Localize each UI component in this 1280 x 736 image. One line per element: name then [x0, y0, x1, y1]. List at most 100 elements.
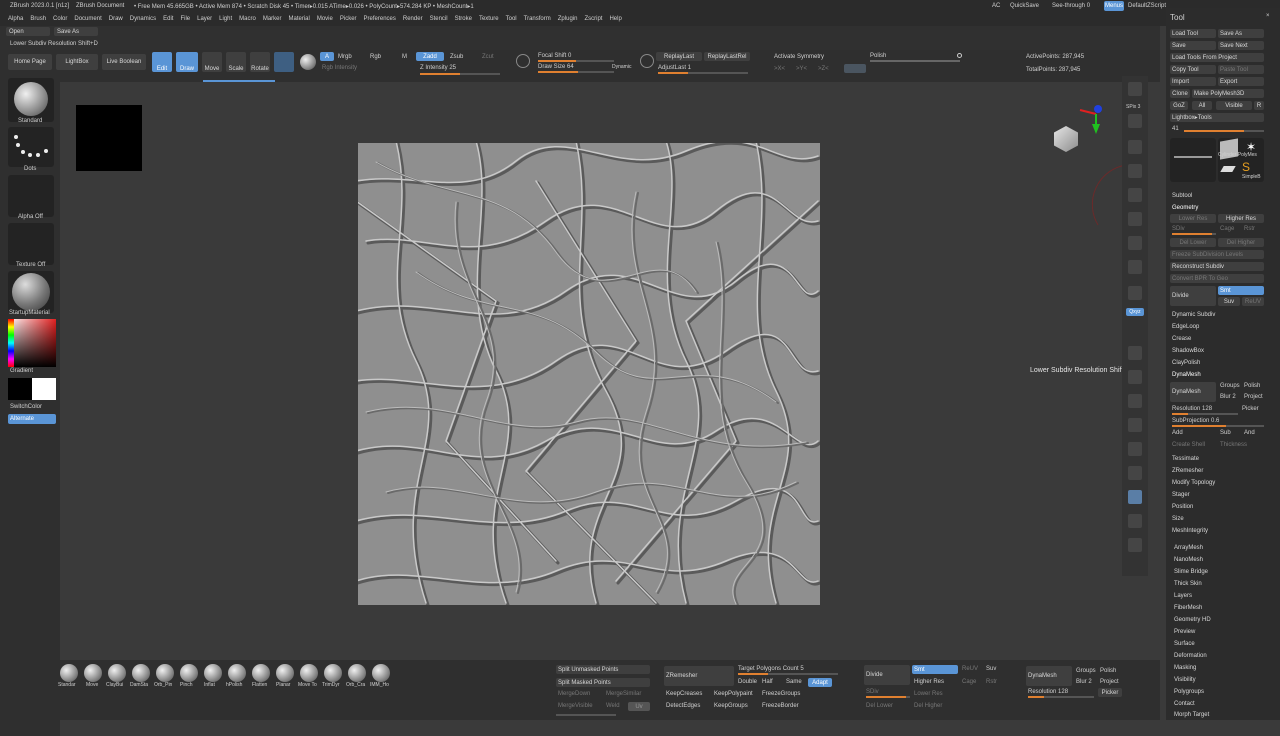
- frame-icon[interactable]: [1128, 346, 1142, 360]
- radial-button[interactable]: [844, 64, 866, 73]
- rotate-view-icon[interactable]: [1128, 418, 1142, 432]
- solo-icon[interactable]: [1128, 490, 1142, 504]
- zoom3d-icon[interactable]: [1128, 394, 1142, 408]
- uv-button[interactable]: Uv: [628, 702, 650, 711]
- bpr-icon[interactable]: [1128, 82, 1142, 96]
- zadd-button[interactable]: Zadd: [416, 52, 444, 61]
- menu-zplugin[interactable]: Zplugin: [558, 16, 578, 22]
- crease-section[interactable]: Crease: [1170, 334, 1266, 344]
- tool-slider-value[interactable]: 41: [1172, 126, 1179, 132]
- same-toggle[interactable]: Same: [786, 679, 802, 685]
- masking-section[interactable]: Masking: [1172, 663, 1268, 673]
- load-tool-button[interactable]: Load Tool: [1170, 29, 1216, 38]
- rgb-intensity-slider[interactable]: Rgb Intensity: [322, 65, 357, 71]
- del-lower-button[interactable]: Del Lower: [1170, 238, 1216, 247]
- menu-stroke[interactable]: Stroke: [455, 16, 472, 22]
- brush-standard-icon[interactable]: [60, 664, 78, 682]
- menu-file[interactable]: File: [180, 16, 190, 22]
- focal-shift-track[interactable]: [538, 60, 614, 62]
- floor-icon[interactable]: [1128, 236, 1142, 250]
- nanomesh-section[interactable]: NanoMesh: [1172, 555, 1268, 565]
- higher-res-button[interactable]: Higher Res: [1218, 214, 1264, 223]
- cylinder-tool-thumbnail[interactable]: ✶ Cylinder PolyMes S SimpleB: [1218, 138, 1264, 182]
- thickness-slider[interactable]: Thickness: [1220, 442, 1247, 448]
- clone-button[interactable]: Clone: [1170, 89, 1190, 98]
- alternate-button[interactable]: Alternate: [8, 414, 56, 424]
- thick-skin-section[interactable]: Thick Skin: [1172, 579, 1268, 589]
- menu-color[interactable]: Color: [53, 16, 67, 22]
- bottom-polish-toggle[interactable]: Polish: [1100, 668, 1116, 674]
- save-next-button[interactable]: Save Next: [1218, 41, 1264, 50]
- bottom-groups-toggle[interactable]: Groups: [1076, 668, 1096, 674]
- draw-size-track[interactable]: [538, 71, 614, 73]
- rstr-button[interactable]: Rstr: [1244, 226, 1255, 232]
- quicksave-button[interactable]: QuickSave: [1010, 3, 1039, 9]
- tool-slider-track[interactable]: [1184, 130, 1264, 132]
- zremesher-button[interactable]: ZRemesher: [664, 666, 734, 686]
- bottom-rstr-button[interactable]: Rstr: [986, 679, 997, 685]
- mrgb-button[interactable]: Mrgb: [338, 54, 352, 60]
- modify-topology-section[interactable]: Modify Topology: [1170, 478, 1266, 488]
- menu-picker[interactable]: Picker: [340, 16, 357, 22]
- z-intensity-slider[interactable]: Z Intensity 25: [420, 65, 456, 71]
- bottom-reuv-toggle[interactable]: ReUV: [962, 666, 978, 672]
- bottom-resolution-track[interactable]: [1028, 696, 1094, 698]
- bottom-blur-slider[interactable]: Blur 2: [1076, 679, 1092, 685]
- move-button[interactable]: Move: [202, 52, 222, 72]
- keepgroups-toggle[interactable]: KeepGroups: [714, 703, 748, 709]
- blur-slider[interactable]: Blur 2: [1220, 394, 1236, 400]
- and-button[interactable]: And: [1244, 430, 1255, 436]
- subtool-section[interactable]: Subtool: [1170, 191, 1266, 201]
- adjustlast-track[interactable]: [658, 72, 748, 74]
- suv-toggle[interactable]: Suv: [1218, 297, 1240, 306]
- wrinkle-plane-mesh[interactable]: [358, 143, 820, 605]
- brush-inflate-icon[interactable]: [204, 664, 222, 682]
- texture-thumbnail[interactable]: [8, 223, 54, 265]
- position-section[interactable]: Position: [1170, 502, 1266, 512]
- meshintegrity-section[interactable]: MeshIntegrity: [1170, 526, 1266, 536]
- brush-orbcracks-icon[interactable]: [348, 664, 366, 682]
- zsub-button[interactable]: Zsub: [450, 54, 463, 60]
- weld-button[interactable]: Weld: [606, 703, 620, 709]
- poly-frame-button[interactable]: [274, 52, 294, 72]
- smt-toggle[interactable]: Smt: [1218, 286, 1264, 295]
- menu-layer[interactable]: Layer: [197, 16, 212, 22]
- make-polymesh-button[interactable]: Make PolyMesh3D: [1192, 89, 1264, 98]
- menu-edit[interactable]: Edit: [163, 16, 173, 22]
- lightbox-tools-button[interactable]: Lightbox▸Tools: [1170, 113, 1264, 122]
- brush-claybuildup-icon[interactable]: [108, 664, 126, 682]
- m-button[interactable]: M: [402, 54, 407, 60]
- menu-movie[interactable]: Movie: [317, 16, 333, 22]
- zremesher-section[interactable]: ZRemesher: [1170, 466, 1266, 476]
- replaylast-button[interactable]: ReplayLast: [656, 52, 702, 61]
- preview-section[interactable]: Preview: [1172, 627, 1268, 637]
- contact-section[interactable]: Contact: [1172, 699, 1268, 709]
- menu-alpha[interactable]: Alpha: [8, 16, 23, 22]
- brush-damstandard-icon[interactable]: [132, 664, 150, 682]
- paste-tool-button[interactable]: Paste Tool: [1218, 65, 1264, 74]
- visibility-section[interactable]: Visibility: [1172, 675, 1268, 685]
- dynamesh-button[interactable]: DynaMesh: [1170, 382, 1216, 402]
- alpha-thumbnail[interactable]: [8, 175, 54, 217]
- zoom-icon[interactable]: [1128, 140, 1142, 154]
- polish-track[interactable]: [870, 60, 960, 62]
- brush-movetopo-icon[interactable]: [300, 664, 318, 682]
- seethrough-slider[interactable]: See-through 0: [1052, 3, 1090, 9]
- scroll-icon[interactable]: [1128, 114, 1142, 128]
- menu-marker[interactable]: Marker: [263, 16, 282, 22]
- lightbox-button[interactable]: LightBox: [56, 54, 98, 70]
- material-thumbnail[interactable]: [8, 271, 54, 313]
- menu-draw[interactable]: Draw: [109, 16, 123, 22]
- groups-toggle[interactable]: Groups: [1220, 383, 1240, 389]
- menu-transform[interactable]: Transform: [524, 16, 551, 22]
- menu-dynamics[interactable]: Dynamics: [130, 16, 156, 22]
- menu-tool[interactable]: Tool: [506, 16, 517, 22]
- switchcolor-button[interactable]: SwitchColor: [10, 404, 42, 410]
- convert-bpr-button[interactable]: Convert BPR To Geo: [1170, 274, 1264, 283]
- symmetry-x-button[interactable]: >X<: [774, 66, 785, 72]
- brush-hpolish-icon[interactable]: [228, 664, 246, 682]
- menus-button[interactable]: Menus: [1104, 1, 1124, 11]
- rotate-button[interactable]: Rotate: [250, 52, 270, 72]
- hue-strip[interactable]: [8, 319, 14, 367]
- brush-move-icon[interactable]: [84, 664, 102, 682]
